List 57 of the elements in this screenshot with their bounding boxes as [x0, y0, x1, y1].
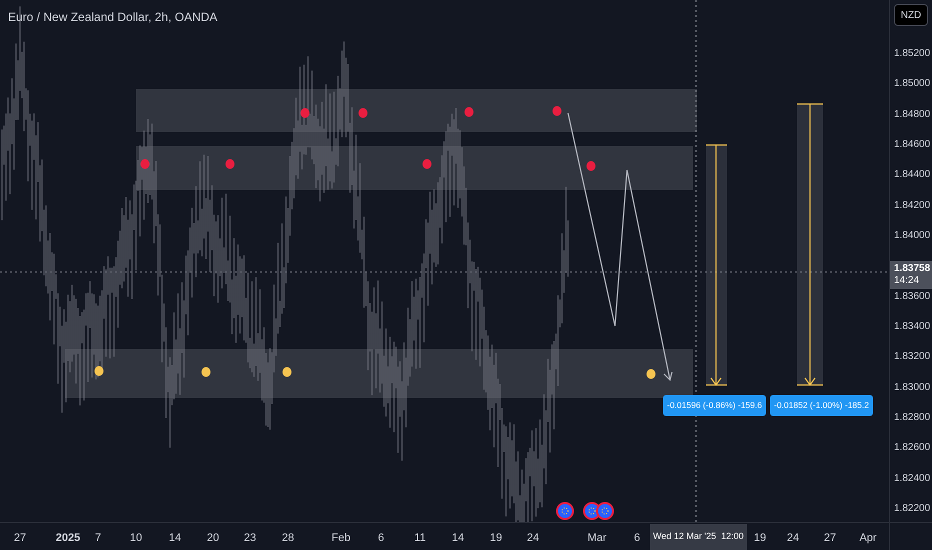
time-label: 14 — [452, 531, 464, 546]
event-flag-icon[interactable] — [596, 502, 614, 520]
price-label: 1.85200 — [894, 48, 930, 60]
time-label: 28 — [282, 531, 294, 546]
time-label: 27 — [14, 531, 26, 546]
time-label: 19 — [754, 531, 766, 546]
countdown: 14:24 — [894, 275, 920, 287]
price-label: 1.84400 — [894, 169, 930, 182]
price-label: 1.82200 — [894, 502, 930, 515]
time-label: 24 — [786, 531, 800, 546]
time-label: 23 — [244, 531, 256, 546]
price-label: 1.83600 — [894, 290, 930, 303]
resistance-dot — [464, 107, 474, 117]
crosshair-date: Wed 12 Mar '25 — [653, 530, 716, 544]
price-label: 1.83200 — [894, 351, 930, 364]
time-label: 2025 — [56, 531, 80, 546]
resistance-dot — [552, 106, 562, 116]
time-label: 24 — [526, 531, 540, 546]
resistance-dot — [358, 108, 368, 118]
time-label: 19 — [490, 531, 502, 546]
time-label: Apr — [859, 531, 877, 546]
price-label: 1.82800 — [894, 412, 930, 424]
price-label: 1.84600 — [894, 138, 930, 151]
resistance-dot — [586, 161, 596, 171]
time-label: 10 — [130, 531, 142, 546]
time-label: Mar — [588, 531, 606, 546]
resistance-dot — [422, 159, 432, 169]
time-label: 27 — [824, 531, 836, 546]
resistance-dot — [226, 159, 234, 169]
chart-title: Euro / New Zealand Dollar, 2h, OANDA — [8, 9, 218, 26]
support-dot — [94, 366, 104, 376]
time-label: Feb — [332, 531, 350, 546]
price-label: 1.84000 — [894, 230, 930, 242]
price-label: 1.84800 — [894, 108, 930, 121]
support-dot — [282, 367, 292, 377]
price-label: 1.82400 — [894, 472, 930, 485]
last-price: 1.83758 — [894, 263, 932, 275]
time-label: 6 — [634, 531, 640, 546]
support-dot — [646, 369, 656, 379]
resistance-dot — [140, 159, 150, 169]
measure-label: -0.01852 (-1.00%) -185.2 — [770, 395, 873, 416]
time-label: 11 — [414, 531, 426, 546]
time-label: 7 — [94, 531, 102, 546]
price-label: 1.83400 — [894, 320, 930, 333]
currency-button[interactable]: NZD — [894, 4, 928, 26]
resistance-dot — [300, 108, 310, 118]
time-label: 6 — [378, 531, 384, 546]
price-label: 1.85000 — [894, 78, 930, 90]
event-flag-icon[interactable] — [556, 502, 574, 520]
time-label: 14 — [168, 531, 182, 546]
support-dot — [202, 367, 210, 377]
measure-label: -0.01596 (-0.86%) -159.6 — [663, 395, 766, 416]
price-label: 1.83000 — [894, 382, 930, 394]
price-label: 1.84200 — [894, 200, 930, 212]
crosshair-time: 12:00 — [721, 530, 744, 544]
time-label: 20 — [206, 531, 220, 546]
price-label: 1.82600 — [894, 442, 930, 454]
